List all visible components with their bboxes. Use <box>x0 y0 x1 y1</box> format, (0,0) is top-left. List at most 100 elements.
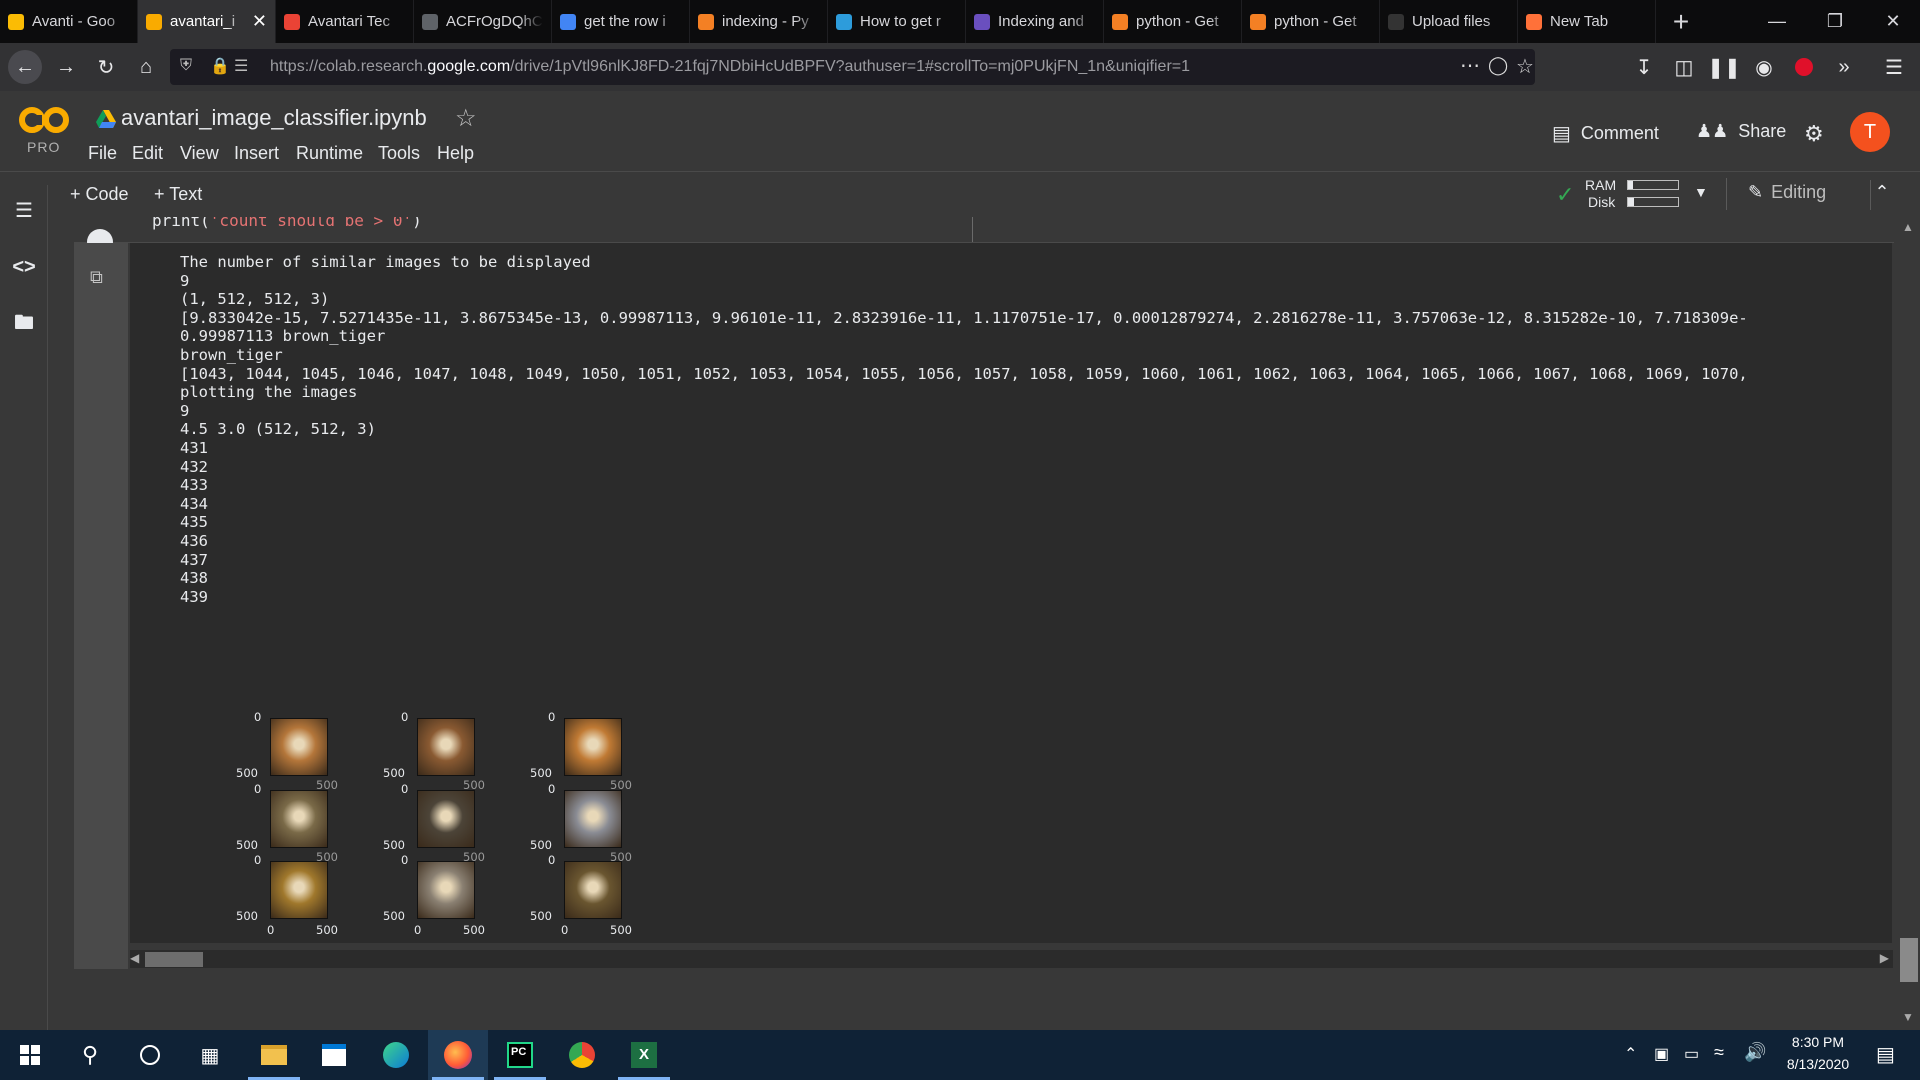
browser-tab[interactable]: python - Get <box>1104 0 1242 43</box>
editing-mode-button[interactable]: ✎ Editing <box>1748 182 1826 203</box>
output-line: [1043, 1044, 1045, 1046, 1047, 1048, 104… <box>180 364 1748 383</box>
menu-tools[interactable]: Tools <box>378 143 420 164</box>
menu-edit[interactable]: Edit <box>132 143 163 164</box>
clock-time[interactable]: 8:30 PM <box>1772 1034 1864 1050</box>
url-text[interactable]: https://colab.research.google.com/drive/… <box>270 58 1190 76</box>
share-button[interactable]: ♟♟ Share <box>1696 121 1786 142</box>
tab-title: avantari_i <box>170 13 236 30</box>
notifications-icon[interactable]: ▤ <box>1876 1042 1895 1067</box>
horizontal-scrollbar[interactable]: ◀ ▶ <box>130 950 1893 968</box>
close-tab-icon[interactable]: ✕ <box>252 11 267 32</box>
clock-date[interactable]: 8/13/2020 <box>1772 1056 1864 1072</box>
search-icon[interactable]: ⚲ <box>60 1030 120 1080</box>
table-of-contents-icon[interactable]: ☰ <box>12 198 36 222</box>
browser-tab[interactable]: Upload files <box>1380 0 1518 43</box>
account-icon[interactable]: ◉ <box>1748 51 1780 83</box>
horizontal-scroll-thumb[interactable] <box>145 952 203 967</box>
pocket-icon[interactable]: ◯ <box>1488 55 1508 76</box>
store-icon[interactable] <box>304 1030 364 1080</box>
task-view-icon[interactable]: ▦ <box>180 1030 240 1080</box>
add-code-cell-button[interactable]: + Code <box>70 184 129 205</box>
menu-insert[interactable]: Insert <box>234 143 279 164</box>
disk-usage-bar[interactable] <box>1627 197 1679 207</box>
sidebar-toggle-icon[interactable]: ◫ <box>1668 51 1700 83</box>
stackoverflow-icon <box>1112 13 1128 30</box>
new-tab-button[interactable]: + <box>1656 0 1706 43</box>
colab-header: PRO avantari_image_classifier.ipynb ☆ Fi… <box>0 91 1920 172</box>
tiger-image-thumbnail <box>417 718 475 776</box>
browser-tab[interactable]: Indexing and <box>966 0 1104 43</box>
browser-tab[interactable]: get the row i <box>552 0 690 43</box>
close-window-button[interactable]: ✕ <box>1864 0 1920 43</box>
edge-icon[interactable] <box>366 1030 426 1080</box>
reload-button[interactable]: ↻ <box>90 51 122 83</box>
scroll-up-icon[interactable]: ▲ <box>1902 220 1914 234</box>
output-actions-icon[interactable]: ⧉ <box>90 267 103 288</box>
scroll-left-icon[interactable]: ◀ <box>130 951 139 965</box>
avatar[interactable]: T <box>1850 112 1890 152</box>
y-tick-label: 0 <box>254 710 262 724</box>
menu-help[interactable]: Help <box>437 143 474 164</box>
menu-runtime[interactable]: Runtime <box>296 143 363 164</box>
resources-dropdown-icon[interactable]: ▼ <box>1694 184 1708 200</box>
browser-tab[interactable]: New Tab <box>1518 0 1656 43</box>
scroll-down-icon[interactable]: ▼ <box>1902 1010 1914 1024</box>
overflow-menu-icon[interactable]: » <box>1828 51 1860 83</box>
blank-icon <box>422 13 438 30</box>
browser-tab[interactable]: indexing - Py <box>690 0 828 43</box>
scroll-right-icon[interactable]: ▶ <box>1880 951 1889 965</box>
page-actions-icon[interactable]: ⋯ <box>1460 53 1480 78</box>
comment-button[interactable]: ▤ Comment <box>1552 121 1659 146</box>
star-icon[interactable]: ☆ <box>455 104 477 133</box>
notebook-title[interactable]: avantari_image_classifier.ipynb <box>121 105 427 131</box>
bookmark-star-icon[interactable]: ☆ <box>1516 54 1534 79</box>
browser-tab[interactable]: Avanti - Goo <box>0 0 138 43</box>
code-editor[interactable]: print('count should be > 0') <box>74 217 1894 243</box>
permissions-icon[interactable]: ☰ <box>234 56 248 76</box>
extension-icon[interactable] <box>1788 51 1820 83</box>
collapse-header-icon[interactable]: ⌃ <box>1872 182 1892 204</box>
settings-gear-icon[interactable]: ⚙ <box>1804 121 1824 147</box>
network-device-icon[interactable]: ▣ <box>1654 1044 1669 1064</box>
forward-button[interactable]: → <box>50 51 82 83</box>
wifi-icon[interactable]: ≈ <box>1714 1042 1724 1063</box>
add-text-cell-button[interactable]: + Text <box>154 184 202 205</box>
browser-tab[interactable]: How to get r <box>828 0 966 43</box>
lock-icon[interactable]: 🔒 <box>210 56 230 76</box>
excel-icon[interactable]: X <box>614 1030 674 1080</box>
tray-chevron-icon[interactable]: ⌃ <box>1624 1044 1637 1064</box>
hamburger-menu-icon[interactable]: ☰ <box>1878 51 1910 83</box>
windows-start-icon[interactable] <box>0 1030 60 1080</box>
google-drive-icon <box>96 110 116 128</box>
colab-logo-icon[interactable] <box>18 105 70 135</box>
restore-window-button[interactable]: ❐ <box>1806 0 1864 43</box>
browser-tab[interactable]: ACFrOgDQhCz8p <box>414 0 552 43</box>
url-bar[interactable]: ⛨ 🔒 ☰ https://colab.research.google.com/… <box>170 49 1535 85</box>
cortana-icon[interactable] <box>120 1030 180 1080</box>
browser-tab[interactable]: avantari_i ✕ <box>138 0 276 43</box>
file-explorer-icon[interactable] <box>244 1030 304 1080</box>
tab-title: indexing - Py <box>722 13 809 30</box>
ram-usage-bar[interactable] <box>1627 180 1679 190</box>
downloads-icon[interactable]: ↧ <box>1628 51 1660 83</box>
home-button[interactable]: ⌂ <box>130 51 162 83</box>
browser-tab[interactable]: Avantari Tec <box>276 0 414 43</box>
battery-icon[interactable]: ▭ <box>1684 1044 1699 1064</box>
files-folder-icon[interactable]: 🖿 <box>12 312 36 337</box>
browser-tab[interactable]: python - Get <box>1242 0 1380 43</box>
firefox-icon[interactable] <box>428 1030 488 1080</box>
y-tick-label: 0 <box>254 782 262 796</box>
shield-icon[interactable]: ⛨ <box>180 57 192 75</box>
code-snippets-icon[interactable]: <> <box>12 255 36 279</box>
volume-icon[interactable]: 🔊 <box>1744 1042 1766 1063</box>
back-button[interactable]: ← <box>8 50 42 84</box>
minimize-window-button[interactable]: — <box>1748 0 1806 43</box>
chrome-icon[interactable] <box>552 1030 612 1080</box>
library-icon[interactable]: ❚❚ <box>1707 51 1741 83</box>
browser-tab-strip: Avanti - Goo avantari_i ✕ Avantari Tec ACFrO… <box>0 0 1920 43</box>
pycharm-icon[interactable]: PC <box>490 1030 550 1080</box>
menu-view[interactable]: View <box>180 143 219 164</box>
vertical-scroll-thumb[interactable] <box>1900 938 1918 982</box>
menu-file[interactable]: File <box>88 143 117 164</box>
comment-icon: ▤ <box>1552 123 1571 145</box>
